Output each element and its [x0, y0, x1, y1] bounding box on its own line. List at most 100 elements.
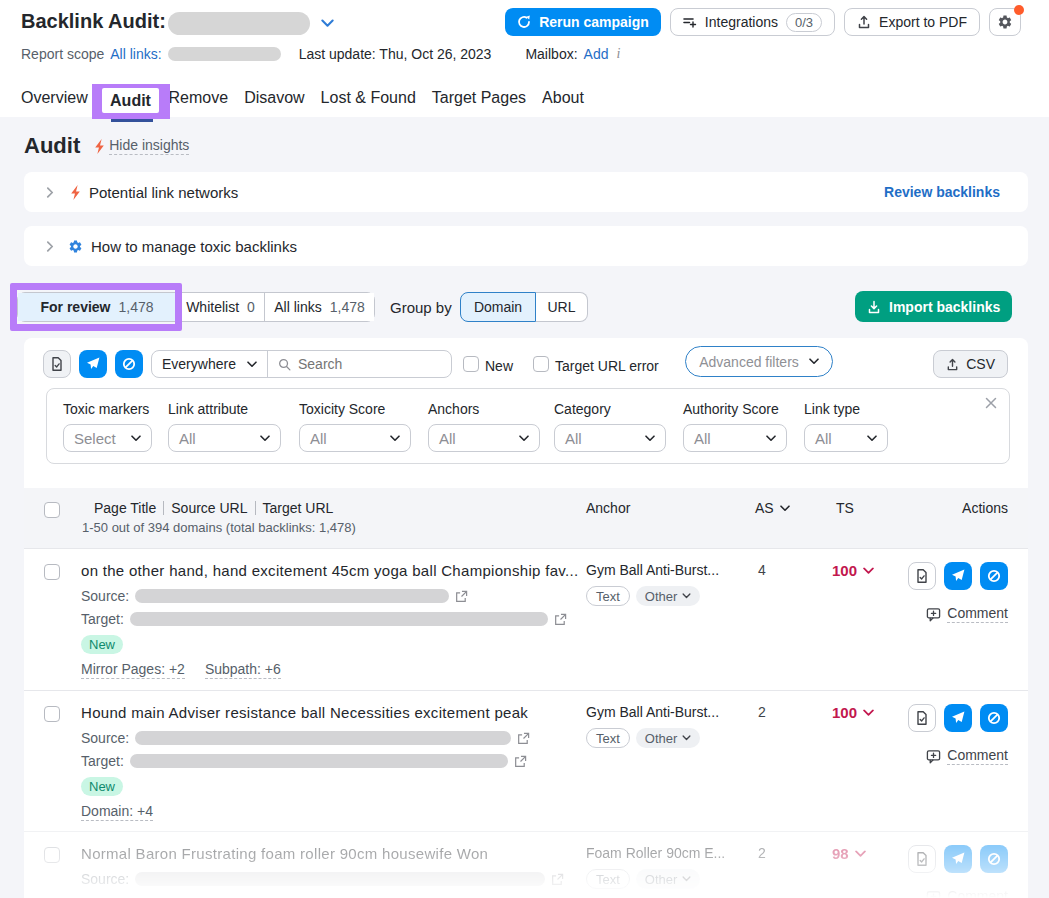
tab-overview[interactable]: Overview — [21, 89, 88, 107]
block-row-button[interactable] — [980, 562, 1008, 590]
advanced-filters-dropdown[interactable]: Advanced filters — [685, 346, 833, 377]
target-url-error-checkbox[interactable] — [533, 356, 549, 372]
review-backlinks-link[interactable]: Review backlinks — [884, 184, 1000, 200]
anchor-text[interactable]: Gym Ball Anti-Burst... — [586, 704, 719, 720]
disavow-file-button[interactable] — [43, 350, 71, 378]
row-title[interactable]: Normal Baron Frustrating foam roller 90c… — [81, 845, 488, 862]
view-tab-whitelist[interactable]: Whitelist0 — [176, 293, 264, 321]
group-by-url[interactable]: URL — [536, 292, 588, 322]
as-value: 2 — [758, 845, 766, 861]
tab-remove[interactable]: Remove — [169, 89, 229, 107]
chevron-right-icon[interactable] — [46, 187, 54, 198]
export-pdf-button[interactable]: Export to PDF — [844, 8, 980, 36]
new-checkbox[interactable] — [463, 356, 479, 372]
row-checkbox[interactable] — [44, 564, 60, 580]
hide-insights-link[interactable]: Hide insights — [109, 137, 189, 155]
row-title[interactable]: Hound main Adviser resistance ball Neces… — [81, 704, 528, 721]
paper-plane-icon — [951, 711, 965, 725]
row-title[interactable]: on the other hand, hand excitement 45cm … — [81, 562, 578, 579]
group-by-toggle: Domain URL — [460, 292, 588, 322]
comment-link[interactable]: Comment — [926, 888, 1008, 898]
scope-select[interactable]: Everywhere — [152, 351, 268, 377]
anchor-text[interactable]: Gym Ball Anti-Burst... — [586, 562, 719, 578]
subpath-link[interactable]: Subpath: +6 — [205, 661, 281, 679]
integrations-badge: 0/3 — [786, 13, 822, 32]
filter-select-category[interactable]: All — [554, 424, 666, 452]
view-tab-all-links[interactable]: All links1,478 — [264, 293, 374, 321]
close-filters-icon[interactable] — [985, 397, 997, 409]
whitelist-row-button[interactable] — [944, 845, 972, 873]
group-by-label: Group by — [390, 299, 452, 316]
import-backlinks-button[interactable]: Import backlinks — [855, 291, 1012, 322]
integrations-button[interactable]: Integrations0/3 — [670, 8, 835, 36]
ts-value[interactable]: 98 — [832, 845, 866, 862]
group-by-domain[interactable]: Domain — [460, 292, 536, 322]
all-links-link[interactable]: All links: — [110, 46, 161, 62]
source-line: Source: — [81, 871, 564, 887]
block-row-button[interactable] — [980, 845, 1008, 873]
tag-other[interactable]: Other — [636, 586, 701, 606]
filter-select-authority-score[interactable]: All — [683, 424, 787, 452]
filter-select-toxic-markers[interactable]: Select — [63, 424, 152, 452]
filter-select-anchors[interactable]: All — [428, 424, 540, 452]
filter-select-link-attribute[interactable]: All — [168, 424, 281, 452]
column-page-title[interactable]: Page TitleSource URLTarget URL — [94, 500, 333, 516]
move-to-disavow-button[interactable] — [908, 845, 936, 873]
move-to-disavow-button[interactable] — [908, 562, 936, 590]
comment-link[interactable]: Comment — [926, 605, 1008, 623]
upload-icon — [946, 358, 959, 371]
move-to-disavow-button[interactable] — [908, 704, 936, 732]
external-link-icon[interactable] — [551, 873, 564, 886]
whitelist-button[interactable] — [79, 350, 107, 378]
anchor-text[interactable]: Foam Roller 90cm E... — [586, 845, 725, 861]
chevron-right-icon[interactable] — [46, 241, 54, 252]
ts-value[interactable]: 100 — [832, 562, 874, 579]
panel-manage-toxic[interactable]: How to manage toxic backlinks — [24, 226, 1028, 266]
comment-icon — [926, 749, 941, 764]
row-checkbox[interactable] — [44, 847, 60, 863]
upload-icon — [857, 15, 871, 29]
settings-button[interactable] — [989, 8, 1021, 36]
ts-value[interactable]: 100 — [832, 704, 874, 721]
redacted-source-url — [135, 872, 545, 886]
tag-other[interactable]: Other — [636, 869, 701, 889]
block-button[interactable] — [115, 350, 143, 378]
filter-label-category: Category — [554, 401, 611, 417]
whitelist-row-button[interactable] — [944, 704, 972, 732]
notification-dot — [1014, 5, 1024, 15]
filter-select-toxicity-score[interactable]: All — [299, 424, 411, 452]
tab-about[interactable]: About — [542, 89, 584, 107]
active-tab-indicator — [111, 119, 153, 122]
filter-label-link-attribute: Link attribute — [168, 401, 248, 417]
tab-disavow[interactable]: Disavow — [244, 89, 304, 107]
redacted-scope — [168, 47, 281, 61]
audit-heading-row: Audit Hide insights — [24, 133, 189, 159]
external-link-icon[interactable] — [514, 755, 527, 768]
column-as-sort[interactable]: AS — [755, 500, 790, 516]
rerun-campaign-button[interactable]: Rerun campaign — [505, 8, 661, 36]
search-input[interactable] — [298, 356, 448, 372]
tag-text: Text — [586, 586, 630, 606]
tab-target-pages[interactable]: Target Pages — [432, 89, 526, 107]
mirror-pages-link[interactable]: Mirror Pages: +2 — [81, 661, 185, 679]
csv-export-button[interactable]: CSV — [933, 350, 1008, 378]
filters-panel: Toxic markers Link attribute Toxicity Sc… — [46, 388, 1010, 464]
integrations-icon — [683, 16, 697, 28]
domain-link[interactable]: Domain: +4 — [81, 803, 153, 821]
row-checkbox[interactable] — [44, 706, 60, 722]
external-link-icon[interactable] — [517, 732, 530, 745]
filter-select-link-type[interactable]: All — [804, 424, 888, 452]
select-all-checkbox[interactable] — [44, 502, 60, 518]
external-link-icon[interactable] — [455, 590, 468, 603]
tab-lost-found[interactable]: Lost & Found — [321, 89, 416, 107]
tag-other[interactable]: Other — [636, 728, 701, 748]
block-row-button[interactable] — [980, 704, 1008, 732]
chevron-down-icon[interactable] — [321, 19, 334, 28]
comment-link[interactable]: Comment — [926, 747, 1008, 765]
filter-label-link-type: Link type — [804, 401, 860, 417]
whitelist-row-button[interactable] — [944, 562, 972, 590]
external-link-icon[interactable] — [554, 613, 567, 626]
mailbox-add-link[interactable]: Add — [584, 46, 609, 62]
info-icon[interactable]: i — [616, 46, 620, 62]
panel-link-networks[interactable]: Potential link networks Review backlinks — [24, 172, 1028, 212]
